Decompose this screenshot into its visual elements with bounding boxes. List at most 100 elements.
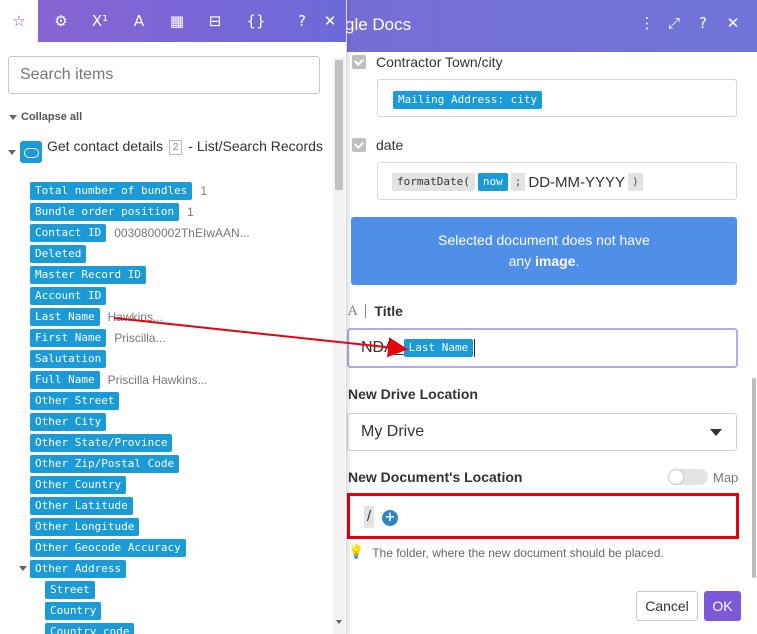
item-pill[interactable]: Bundle order position — [30, 203, 180, 221]
contractor-city-input[interactable]: Mailing Address: city — [377, 79, 737, 117]
list-item[interactable]: Total number of bundles 1 — [30, 182, 207, 200]
collapse-all-link[interactable]: Collapse all — [9, 111, 82, 123]
array-tab-table-icon[interactable]: ⊟ — [196, 0, 234, 42]
title-input[interactable]: NDA_ Last Name — [347, 328, 738, 368]
sub-list-item[interactable]: Country — [45, 602, 102, 620]
list-item[interactable]: First Name Priscilla... — [30, 329, 166, 347]
list-item[interactable]: Other Address — [30, 560, 134, 578]
item-pill[interactable]: Street — [45, 581, 95, 599]
item-pill[interactable]: Contact ID — [30, 224, 107, 242]
drive-location-label: New Drive Location — [348, 386, 478, 402]
item-pill[interactable]: Country code — [45, 623, 135, 634]
notice-bold-image: image — [535, 253, 576, 269]
lightbulb-icon: 💡 — [348, 545, 365, 560]
scroll-down-arrow-icon[interactable] — [336, 620, 342, 624]
item-value: 0030800002ThEIwAAN... — [114, 226, 250, 240]
cancel-button[interactable]: Cancel — [636, 591, 698, 621]
item-value: Priscilla Hawkins... — [107, 373, 208, 387]
item-pill[interactable]: Other Zip/Postal Code — [30, 455, 180, 473]
map-toggle-label: Map — [713, 470, 739, 485]
close-icon[interactable]: ✕ — [311, 0, 346, 42]
format-date-function[interactable]: formatDate( — [392, 173, 475, 191]
item-pill[interactable]: Account ID — [30, 287, 107, 305]
triangle-down-icon — [8, 150, 16, 155]
text-type-icon: A — [348, 303, 358, 319]
item-pill[interactable]: Other City — [30, 413, 107, 431]
item-pill[interactable]: Other Latitude — [30, 497, 133, 515]
item-pill[interactable]: Last Name — [30, 308, 100, 326]
field-checkbox[interactable] — [352, 138, 366, 152]
document-location-input[interactable]: / + — [347, 493, 739, 539]
item-pill[interactable]: Other Geocode Accuracy — [30, 539, 186, 557]
notice-line-1: Selected document does not have — [438, 232, 650, 248]
triangle-down-icon[interactable] — [19, 566, 27, 571]
mapping-tabs: ☆ ⚙ X¹ A ▦ ⊟ {} ? ✕ — [0, 0, 346, 42]
add-folder-button[interactable]: + — [382, 510, 398, 526]
item-pill[interactable]: Other Longitude — [30, 518, 140, 536]
list-item[interactable]: Other Street — [30, 392, 127, 410]
root-folder-pill[interactable]: / — [364, 506, 374, 528]
general-tab-gear-icon[interactable]: ⚙ — [42, 0, 80, 42]
document-location-label: New Document's Location — [348, 469, 523, 485]
list-item[interactable]: Other Latitude — [30, 497, 141, 515]
list-item[interactable]: Other Longitude — [30, 518, 147, 536]
item-pill[interactable]: Other Address — [30, 560, 127, 578]
module-number-badge: 2 — [168, 140, 183, 155]
item-pill[interactable]: Other Street — [30, 392, 120, 410]
list-item[interactable]: Salutation — [30, 350, 114, 368]
list-item[interactable]: Bundle order position 1 — [30, 203, 194, 221]
expand-icon[interactable]: ⤢ — [664, 14, 684, 32]
panel-scrollbar[interactable] — [752, 378, 756, 578]
date-format-text: DD-MM-YYYY — [528, 173, 626, 191]
ok-button[interactable]: OK — [704, 591, 741, 621]
list-item[interactable]: Full Name Priscilla Hawkins... — [30, 371, 208, 389]
now-pill[interactable]: now — [477, 173, 508, 191]
date-input[interactable]: formatDate( now ; DD-MM-YYYY ) — [377, 162, 737, 200]
list-item[interactable]: Other State/Province — [30, 434, 180, 452]
list-item[interactable]: Other Geocode Accuracy — [30, 539, 194, 557]
list-item[interactable]: Other Zip/Postal Code — [30, 455, 187, 473]
field-checkbox[interactable] — [352, 55, 366, 69]
sub-list-item[interactable]: Street — [45, 581, 95, 599]
item-pill[interactable]: Country — [45, 602, 102, 620]
title-label: Title — [374, 303, 403, 319]
contractor-city-row: Contractor Town/city — [352, 54, 503, 70]
favorites-tab-star-icon[interactable]: ☆ — [0, 0, 38, 42]
item-pill[interactable]: Other Country — [30, 476, 127, 494]
mapping-panel: ☆ ⚙ X¹ A ▦ ⊟ {} ? ✕ Collapse all Get con… — [0, 0, 347, 634]
mailing-city-pill[interactable]: Mailing Address: city — [393, 91, 543, 109]
json-tab-braces-icon[interactable]: {} — [237, 0, 275, 42]
item-value: 1 — [187, 205, 194, 219]
item-pill[interactable]: Total number of bundles — [30, 182, 193, 200]
search-input[interactable] — [8, 56, 320, 94]
list-item[interactable]: Contact ID 0030800002ThEIwAAN... — [30, 224, 250, 242]
divider — [365, 304, 367, 318]
drive-location-select[interactable]: My Drive — [347, 413, 737, 451]
list-item[interactable]: Other Country — [30, 476, 134, 494]
math-tab-superscript-icon[interactable]: X¹ — [81, 0, 119, 42]
sub-list-item[interactable]: Country code — [45, 623, 135, 634]
item-pill[interactable]: Deleted — [30, 245, 87, 263]
list-item[interactable]: Deleted — [30, 245, 94, 263]
list-item[interactable]: Other City — [30, 413, 114, 431]
item-value: Hawkins... — [107, 310, 163, 324]
last-name-pill[interactable]: Last Name — [403, 339, 474, 357]
contractor-city-label: Contractor Town/city — [376, 54, 503, 70]
item-pill[interactable]: Full Name — [30, 371, 100, 389]
map-toggle[interactable] — [668, 469, 708, 485]
text-tab-font-icon[interactable]: A — [120, 0, 158, 42]
mapping-scrollbar-thumb[interactable] — [335, 60, 343, 190]
close-icon[interactable]: ✕ — [723, 14, 743, 32]
list-item[interactable]: Last Name Hawkins... — [30, 308, 163, 326]
item-pill[interactable]: First Name — [30, 329, 107, 347]
item-pill[interactable]: Other State/Province — [30, 434, 173, 452]
more-options-icon[interactable]: ⋮ — [637, 14, 657, 32]
item-pill[interactable]: Salutation — [30, 350, 107, 368]
module-title: Get contact details 2 - List/Search Reco… — [47, 138, 323, 155]
notice-line-2: any image. — [508, 253, 580, 269]
list-item[interactable]: Master Record ID — [30, 266, 154, 284]
date-tab-calendar-icon[interactable]: ▦ — [158, 0, 196, 42]
item-pill[interactable]: Master Record ID — [30, 266, 146, 284]
help-icon[interactable]: ? — [693, 14, 713, 32]
list-item[interactable]: Account ID — [30, 287, 114, 305]
